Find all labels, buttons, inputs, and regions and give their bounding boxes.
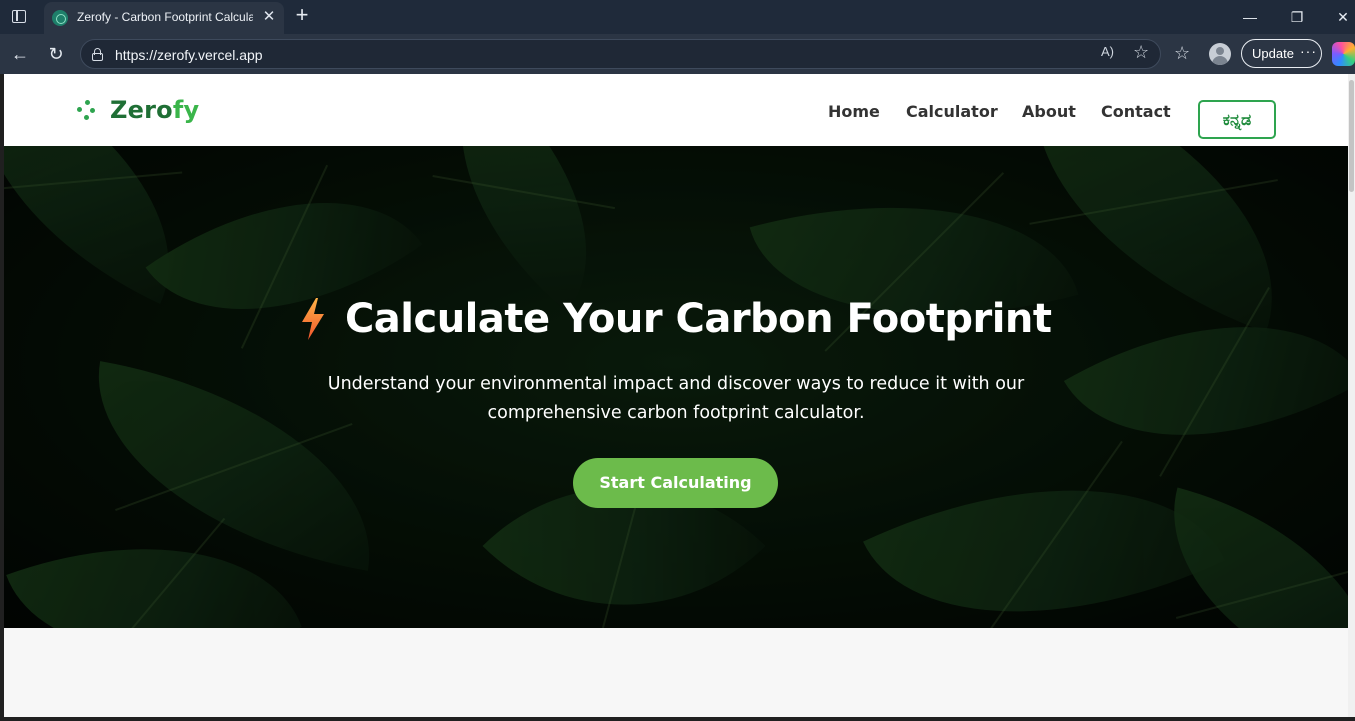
browser-tab-active[interactable]: Zerofy - Carbon Footprint Calculator ✕ — [44, 2, 284, 34]
hero-subtitle: Understand your environmental impact and… — [327, 374, 1025, 423]
read-aloud-icon[interactable]: A) — [1101, 44, 1114, 59]
nav-contact[interactable]: Contact — [1101, 102, 1171, 121]
tab-actions-icon[interactable] — [10, 8, 30, 26]
language-toggle-button[interactable]: ಕನ್ನಡ — [1198, 100, 1276, 139]
more-icon[interactable]: ··· — [1300, 43, 1317, 59]
tab-close-icon[interactable]: ✕ — [260, 8, 278, 26]
site-favicon-icon — [52, 10, 68, 26]
copilot-icon[interactable] — [1332, 42, 1355, 66]
start-calculating-button[interactable]: Start Calculating — [573, 458, 778, 508]
browser-tab-bar: Zerofy - Carbon Footprint Calculator ✕ +… — [0, 0, 1355, 34]
lightning-bolt-icon — [302, 298, 325, 340]
logo-dots-icon — [76, 100, 98, 120]
address-bar[interactable]: https://zerofy.vercel.app A) ☆ — [80, 39, 1161, 69]
back-button[interactable]: ← — [8, 42, 32, 66]
update-label: Update — [1252, 46, 1294, 61]
window-close-button[interactable]: ✕ — [1326, 4, 1355, 30]
nav-home[interactable]: Home — [828, 102, 880, 121]
page-viewport: Zerofy Home Calculator About Contact ಕನ್… — [4, 74, 1348, 717]
new-tab-button[interactable]: + — [290, 4, 314, 28]
minimize-button[interactable]: — — [1233, 4, 1267, 30]
favorite-star-icon[interactable]: ☆ — [1133, 42, 1149, 63]
restore-button[interactable]: ❐ — [1280, 4, 1314, 30]
tab-title: Zerofy - Carbon Footprint Calculator — [77, 10, 253, 24]
page-scrollbar[interactable] — [1348, 74, 1355, 717]
reload-button[interactable]: ↻ — [44, 42, 68, 66]
favorites-icon[interactable]: ☆ — [1174, 43, 1190, 64]
nav-calculator[interactable]: Calculator — [906, 102, 998, 121]
nav-about[interactable]: About — [1022, 102, 1076, 121]
hero-title-text: Calculate Your Carbon Footprint — [344, 296, 1052, 342]
url-text[interactable]: https://zerofy.vercel.app — [115, 47, 263, 63]
profile-avatar[interactable] — [1209, 43, 1231, 65]
lock-icon[interactable] — [92, 48, 103, 61]
zerofy-logo[interactable]: Zerofy — [76, 96, 200, 126]
update-button[interactable]: Update ··· — [1241, 39, 1322, 68]
hero-section: Calculate Your Carbon Footprint Understa… — [4, 146, 1348, 628]
logo-text: Zerofy — [110, 96, 200, 124]
scrollbar-thumb[interactable] — [1349, 80, 1354, 192]
site-header: Zerofy Home Calculator About Contact ಕನ್… — [4, 74, 1348, 146]
browser-toolbar: ← ↻ https://zerofy.vercel.app A) ☆ ☆ Upd… — [0, 34, 1355, 74]
hero-title: Calculate Your Carbon Footprint — [4, 296, 1348, 352]
